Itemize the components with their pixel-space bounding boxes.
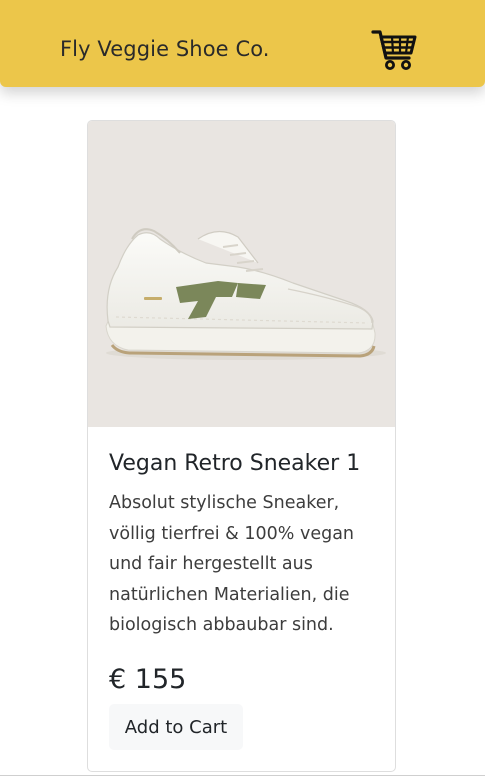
- cart-button[interactable]: [371, 28, 417, 72]
- sneaker-image: [105, 228, 386, 360]
- page-divider: [0, 775, 485, 776]
- add-to-cart-button[interactable]: Add to Cart: [109, 704, 243, 750]
- navbar: Fly Veggie Shoe Co.: [0, 0, 485, 87]
- product-title: Vegan Retro Sneaker 1: [109, 451, 361, 476]
- product-image: [88, 121, 395, 427]
- product-card: Vegan Retro Sneaker 1 Absolut stylische …: [87, 120, 396, 772]
- product-price: € 155: [109, 664, 187, 695]
- shopping-cart-icon: [371, 30, 417, 71]
- product-description: Absolut stylische Sneaker, völlig tierfr…: [109, 493, 355, 635]
- brand-name[interactable]: Fly Veggie Shoe Co.: [60, 37, 270, 61]
